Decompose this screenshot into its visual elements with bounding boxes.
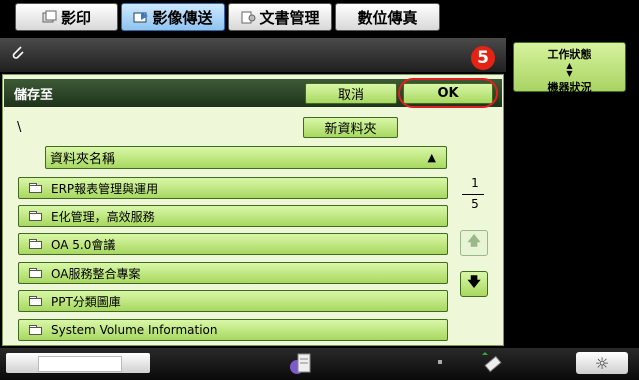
cancel-label: 取消 [337, 88, 364, 103]
tab-image-send[interactable]: 影像傳送 [121, 3, 225, 31]
progress-field [38, 356, 122, 372]
sort-ascending-icon: ▲ [427, 151, 436, 164]
network-tool-icon[interactable] [478, 352, 504, 376]
folder-item[interactable]: OA服務整合專案 [18, 262, 448, 284]
folder-name: PPT分類圖庫 [51, 294, 121, 309]
folder-icon [29, 296, 43, 306]
folder-name: OA 5.0會議 [51, 237, 116, 252]
title-bar [0, 38, 506, 72]
swap-arrows-icon: ▲ ▼ [566, 61, 573, 78]
folder-name: ERP報表管理與運用 [51, 181, 159, 196]
tab-label: 影像傳送 [152, 8, 213, 27]
job-status-label: 工作狀態 [547, 48, 592, 61]
scroll-up-button[interactable]: 🡅 [460, 230, 488, 256]
tab-label: 數位傳真 [357, 8, 418, 27]
folder-icon [29, 325, 43, 335]
new-folder-label: 新資料夾 [324, 122, 377, 137]
folder-icon [29, 239, 43, 249]
new-folder-button[interactable]: 新資料夾 [303, 117, 398, 138]
folder-item[interactable]: PPT分類圖庫 [18, 290, 448, 312]
arrow-down-icon: 🡇 [467, 275, 481, 290]
document-filing-icon [240, 10, 256, 24]
folder-name: OA服務整合專案 [51, 266, 141, 281]
folder-item[interactable]: E化管理，高效服務 [18, 205, 448, 227]
column-header-label: 資料夾名稱 [50, 152, 116, 167]
sun-icon: ☼ [594, 353, 610, 373]
dialog-title: 儲存至 [14, 88, 54, 103]
tab-document-filing[interactable]: 文書管理 [228, 3, 332, 31]
step-badge: 5 [471, 46, 495, 70]
status-toggle-button[interactable]: 工作狀態 ▲ ▼ 機器狀況 [513, 42, 626, 94]
cancel-button[interactable]: 取消 [305, 83, 397, 104]
folder-icon [29, 268, 43, 278]
folder-item[interactable]: OA 5.0會議 [18, 233, 448, 255]
folder-name-column-header[interactable]: 資料夾名稱 ▲ [45, 146, 447, 169]
current-path: \ [17, 120, 22, 135]
folder-icon [29, 211, 43, 221]
job-queue-icon[interactable] [288, 350, 314, 376]
arrow-up-icon: 🡅 [467, 234, 481, 249]
copy-icon [42, 10, 58, 24]
tab-copy[interactable]: 影印 [15, 3, 118, 31]
page-total: 5 [471, 197, 479, 211]
image-send-icon [133, 10, 149, 24]
indicator-dot [438, 360, 442, 364]
paperclip-icon [9, 44, 29, 64]
folder-name: E化管理，高效服務 [51, 209, 155, 224]
page-current: 1 [471, 176, 479, 190]
tab-digital-fax[interactable]: 數位傳真 [335, 3, 440, 31]
tab-label: 影印 [60, 8, 91, 27]
page-divider [462, 194, 484, 195]
folder-item[interactable]: System Volume Information [18, 319, 448, 341]
brightness-button[interactable]: ☼ [576, 352, 628, 374]
tab-label: 文書管理 [259, 8, 320, 27]
folder-name: System Volume Information [51, 323, 218, 337]
scroll-down-button[interactable]: 🡇 [460, 271, 488, 297]
folder-icon [29, 183, 43, 193]
folder-item[interactable]: ERP報表管理與運用 [18, 177, 448, 199]
ok-highlight-ring [398, 78, 498, 108]
machine-status-label: 機器狀況 [547, 81, 592, 94]
